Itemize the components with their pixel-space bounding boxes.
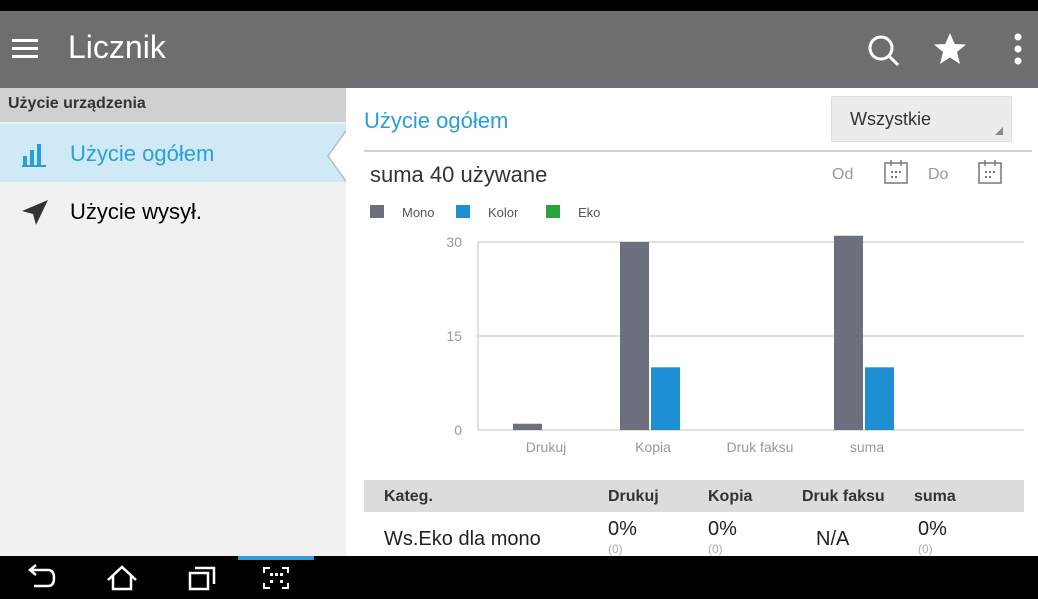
- status-strip: [0, 0, 1038, 11]
- legend-swatch-kolor: [456, 205, 470, 218]
- usage-bar-chart: 30 15 0 Drukuj Kopia Druk faksu suma: [446, 234, 1024, 455]
- system-nav-bar: [0, 556, 1038, 599]
- active-item-notch: [327, 128, 348, 184]
- row-fax-value: N/A: [816, 528, 850, 550]
- app-bar: Licznik: [0, 11, 1038, 88]
- row-print-count: (0): [608, 542, 623, 556]
- col-header-copy: Kopia: [708, 488, 753, 505]
- y-tick-label: 30: [446, 234, 462, 250]
- search-icon[interactable]: [864, 31, 904, 71]
- app-title: Licznik: [68, 29, 166, 65]
- calendar-to-icon[interactable]: [976, 158, 1004, 186]
- filter-dropdown-value: Wszystkie: [850, 109, 931, 129]
- to-date-label: Do: [928, 166, 949, 183]
- legend-swatch-mono: [370, 205, 384, 218]
- bar-mono-3: [834, 235, 863, 430]
- col-header-category: Kateg.: [384, 488, 433, 505]
- sidebar-header: Użycie urządzenia: [0, 88, 346, 122]
- row-total-count: (0): [918, 542, 933, 556]
- col-header-fax: Druk faksu: [802, 488, 885, 505]
- x-tick-label: Drukuj: [526, 439, 566, 455]
- bar-kolor-3: [865, 367, 894, 430]
- bar-kolor-1: [651, 367, 680, 430]
- sidebar-item-send-usage[interactable]: Użycie wysył.: [0, 182, 346, 240]
- table-row: Ws.Eko dla mono 0% (0) 0% (0) N/A 0% (0): [364, 512, 1024, 556]
- sidebar: Użycie urządzenia Użycie ogółem Użycie w…: [0, 88, 346, 556]
- table-header: Kateg. Drukuj Kopia Druk faksu suma: [364, 480, 1024, 512]
- filter-dropdown[interactable]: Wszystkie: [831, 96, 1012, 142]
- sidebar-item-label: Użycie ogółem: [70, 141, 215, 166]
- more-vert-icon[interactable]: [1006, 29, 1030, 69]
- x-tick-label: suma: [850, 439, 884, 455]
- row-total-value: 0%: [918, 518, 947, 540]
- bar-mono-0: [513, 423, 542, 430]
- x-tick-label: Druk faksu: [727, 439, 794, 455]
- page-title: Użycie ogółem: [364, 108, 509, 133]
- row-category: Ws.Eko dla mono: [384, 528, 541, 550]
- usage-total: suma 40 używane: [370, 162, 548, 187]
- legend-swatch-eko: [546, 205, 560, 218]
- main-panel: Użycie ogółem Wszystkie suma 40 używane …: [346, 88, 1038, 556]
- send-icon: [22, 200, 48, 225]
- row-copy-count: (0): [708, 542, 723, 556]
- col-header-total: suma: [914, 488, 956, 505]
- bar-mono-1: [620, 242, 649, 430]
- nav-active-indicator: [238, 556, 314, 560]
- legend-label-eko: Eko: [578, 205, 601, 220]
- from-date-label: Od: [832, 166, 854, 183]
- calendar-from-icon[interactable]: [882, 158, 910, 186]
- row-copy-value: 0%: [708, 518, 737, 540]
- legend-label-kolor: Kolor: [488, 205, 519, 220]
- recent-apps-icon[interactable]: [184, 562, 220, 594]
- sidebar-item-total-usage[interactable]: Użycie ogółem: [0, 124, 346, 182]
- sidebar-item-label: Użycie wysył.: [70, 199, 203, 224]
- x-tick-label: Kopia: [635, 439, 671, 455]
- col-header-print: Drukuj: [608, 488, 659, 505]
- row-print-value: 0%: [608, 518, 637, 540]
- screen-capture-icon[interactable]: [258, 562, 294, 594]
- divider: [364, 150, 1032, 152]
- star-icon[interactable]: [930, 29, 970, 69]
- y-tick-label: 15: [446, 328, 462, 344]
- bar-chart-icon: [22, 144, 46, 167]
- dropdown-corner-icon: [995, 127, 1003, 135]
- home-icon[interactable]: [104, 562, 140, 594]
- y-tick-label: 0: [454, 422, 462, 438]
- legend-label-mono: Mono: [402, 205, 435, 220]
- menu-icon[interactable]: [10, 33, 42, 65]
- back-icon[interactable]: [22, 562, 58, 594]
